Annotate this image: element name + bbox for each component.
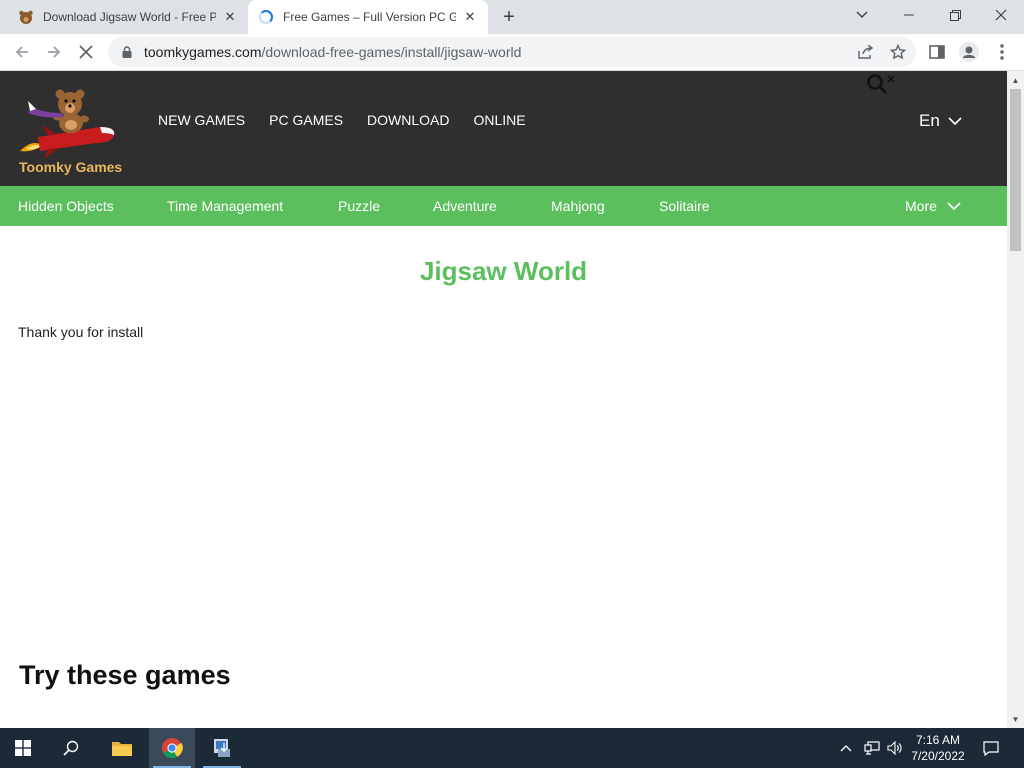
main-navigation: NEW GAMES PC GAMES DOWNLOAD ONLINE: [158, 112, 550, 128]
lock-icon[interactable]: [120, 45, 134, 59]
installer-icon: [214, 739, 230, 757]
back-button[interactable]: [8, 38, 36, 66]
url-host: toomkygames.com: [144, 44, 262, 60]
file-explorer-button[interactable]: [99, 728, 145, 768]
chrome-menu-icon[interactable]: [988, 38, 1016, 66]
tab-title: Free Games – Full Version PC Games: [283, 10, 456, 24]
share-icon[interactable]: [852, 37, 880, 67]
category-mahjong[interactable]: Mahjong: [551, 198, 605, 214]
forward-button[interactable]: [40, 38, 68, 66]
scroll-down-arrow-icon[interactable]: ▼: [1007, 712, 1024, 726]
close-window-button[interactable]: [978, 0, 1024, 30]
nav-new-games[interactable]: NEW GAMES: [158, 112, 245, 128]
nav-online[interactable]: ONLINE: [473, 112, 525, 128]
more-categories-button[interactable]: More: [905, 198, 961, 214]
url-path: /download-free-games/install/jigsaw-worl…: [261, 44, 522, 60]
loading-spinner-icon: [258, 9, 274, 25]
taskbar-clock[interactable]: 7:16 AM 7/20/2022: [905, 732, 971, 764]
page-viewport: Toomky Games NEW GAMES PC GAMES DOWNLOAD…: [0, 71, 1007, 728]
site-header: Toomky Games NEW GAMES PC GAMES DOWNLOAD…: [0, 71, 1007, 186]
new-tab-button[interactable]: +: [497, 5, 521, 29]
category-bar: Hidden Objects Time Management Puzzle Ad…: [0, 186, 1007, 226]
category-puzzle[interactable]: Puzzle: [338, 198, 380, 214]
chevron-down-icon: [947, 202, 961, 210]
address-bar[interactable]: toomkygames.com/download-free-games/inst…: [108, 37, 916, 67]
tab-free-games[interactable]: Free Games – Full Version PC Games ✕: [248, 0, 488, 34]
taskbar-search-button[interactable]: [48, 728, 94, 768]
stop-loading-button[interactable]: [72, 38, 100, 66]
start-button[interactable]: [0, 728, 46, 768]
category-adventure[interactable]: Adventure: [433, 198, 497, 214]
tab-download-jigsaw-world[interactable]: Download Jigsaw World - Free PC Game ✕: [8, 0, 248, 34]
nav-download[interactable]: DOWNLOAD: [367, 112, 449, 128]
clock-time: 7:16 AM: [915, 733, 961, 747]
close-tab-icon[interactable]: ✕: [222, 9, 238, 25]
installer-taskbar-button[interactable]: [199, 728, 245, 768]
url-text: toomkygames.com/download-free-games/inst…: [144, 44, 521, 60]
category-hidden-objects[interactable]: Hidden Objects: [18, 198, 114, 214]
minimize-button[interactable]: [886, 0, 932, 30]
windows-taskbar: 7:16 AM 7/20/2022: [0, 728, 1024, 768]
profile-avatar-icon[interactable]: [955, 38, 983, 66]
tab-search-chevron-icon[interactable]: [839, 0, 885, 30]
install-thanks-message: Thank you for install: [18, 324, 144, 340]
bookmark-star-icon[interactable]: [884, 37, 912, 67]
tab-title: Download Jigsaw World - Free PC Game: [43, 10, 216, 24]
page-scrollbar[interactable]: ▲ ▼: [1007, 71, 1024, 728]
search-icon: [63, 740, 79, 756]
try-these-games-heading: Try these games: [19, 660, 231, 690]
more-label: More: [905, 198, 937, 214]
volume-icon[interactable]: [885, 728, 905, 768]
folder-icon: [112, 742, 132, 756]
language-selector[interactable]: En: [919, 111, 962, 131]
site-logo-text[interactable]: Toomky Games: [19, 159, 122, 175]
nav-pc-games[interactable]: PC GAMES: [269, 112, 343, 128]
notifications-icon[interactable]: [981, 728, 1001, 768]
scroll-up-arrow-icon[interactable]: ▲: [1007, 73, 1024, 87]
search-close-icon[interactable]: [866, 73, 900, 95]
close-tab-icon[interactable]: ✕: [462, 9, 478, 25]
browser-toolbar: toomkygames.com/download-free-games/inst…: [0, 34, 1024, 71]
page-title: Jigsaw World: [419, 256, 588, 286]
tab-strip: Download Jigsaw World - Free PC Game ✕ F…: [0, 0, 1024, 34]
chrome-icon: [162, 738, 183, 759]
chevron-down-icon: [948, 117, 962, 125]
restore-button[interactable]: [932, 0, 978, 30]
category-time-management[interactable]: Time Management: [167, 198, 283, 214]
show-hidden-icons-chevron-icon[interactable]: [838, 728, 854, 768]
scrollbar-thumb[interactable]: [1010, 89, 1021, 251]
language-label: En: [919, 111, 940, 130]
bear-favicon-icon: [18, 9, 34, 25]
side-panel-icon[interactable]: [923, 38, 951, 66]
chrome-taskbar-button[interactable]: [149, 728, 195, 768]
windows-logo-icon: [15, 740, 31, 756]
category-solitaire[interactable]: Solitaire: [659, 198, 710, 214]
clock-date: 7/20/2022: [911, 749, 965, 763]
network-icon[interactable]: [862, 728, 882, 768]
